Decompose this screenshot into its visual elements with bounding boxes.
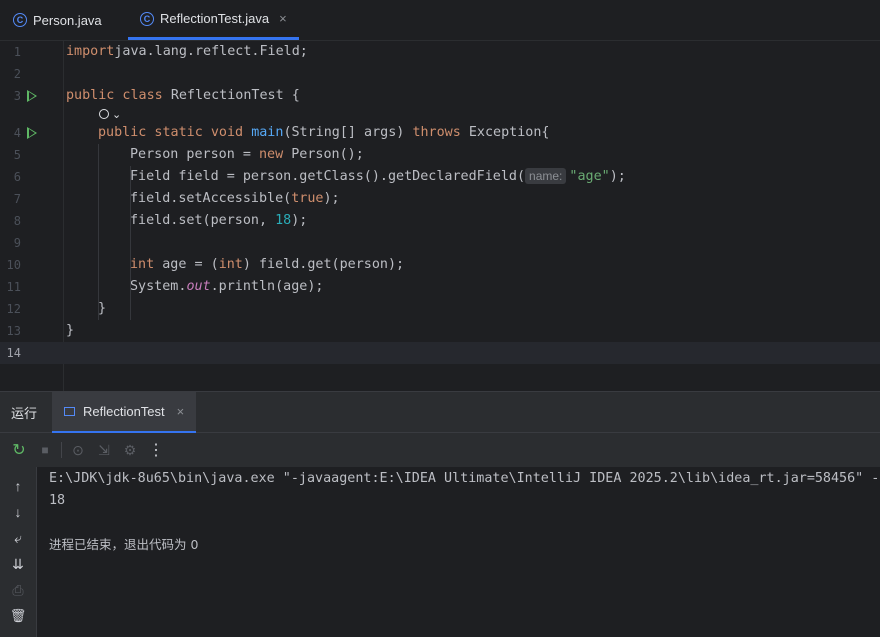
code-line[interactable]: 1 importjava.lang.reflect.Field; xyxy=(0,41,880,63)
console-side-toolbar: ↑ ↓ ⤶ ⇊ ⎙ 🗑 xyxy=(0,467,37,637)
console-line: 进程已结束，退出代码为 0 xyxy=(49,537,199,552)
code-text: field.setAccessible(true); xyxy=(130,191,340,206)
console-output[interactable]: E:\JDK\jdk-8u65\bin\java.exe "-javaagent… xyxy=(37,467,880,637)
tab-reflectiontest-java[interactable]: C ReflectionTest.java × xyxy=(128,0,299,40)
code-text: Person person = new Person(); xyxy=(130,147,364,162)
run-toolbar: ↻ ■ ⊙ ⇲ ⚙ ⋮ xyxy=(0,433,880,467)
console-line: E:\JDK\jdk-8u65\bin\java.exe "-javaagent… xyxy=(49,471,880,486)
tab-person-java[interactable]: C Person.java xyxy=(13,0,102,40)
code-text: field.set(person, 18); xyxy=(130,213,308,228)
line-number: 3 xyxy=(13,89,21,103)
code-line[interactable]: 10 int age = (int) field.get(person); xyxy=(0,254,880,276)
run-tab-reflectiontest[interactable]: ReflectionTest × xyxy=(52,392,197,433)
more-options-icon[interactable]: ⋮ xyxy=(145,439,167,461)
code-line[interactable]: 2 xyxy=(0,63,880,85)
line-number: 14 xyxy=(6,346,21,360)
line-number: 7 xyxy=(13,192,21,206)
soft-wrap-icon[interactable]: ⤶ xyxy=(7,527,29,549)
code-text: } xyxy=(98,301,107,316)
arrow-up-icon[interactable]: ↑ xyxy=(7,475,29,497)
print-icon[interactable]: ⎙ xyxy=(7,579,29,601)
code-line[interactable]: 4 public static void main(String[] args) … xyxy=(0,122,880,144)
tab-label: ReflectionTest.java xyxy=(160,11,270,26)
code-line[interactable]: 14 xyxy=(0,342,880,364)
exit-icon[interactable]: ⇲ xyxy=(93,439,115,461)
code-line[interactable]: 12} xyxy=(0,298,880,320)
line-number: 11 xyxy=(6,280,21,294)
code-text: } xyxy=(66,323,75,338)
line-number: 8 xyxy=(13,214,21,228)
line-number: 4 xyxy=(13,126,21,140)
run-panel-header: 运行 ReflectionTest × xyxy=(0,391,880,433)
line-number: 13 xyxy=(6,324,21,338)
chevron-down-icon: ⌄ xyxy=(112,108,122,121)
code-line[interactable]: 6 Field field = person.getClass().getDecl… xyxy=(0,166,880,188)
line-number: 1 xyxy=(13,45,21,59)
class-icon: C xyxy=(13,13,27,27)
code-text: public class ReflectionTest { xyxy=(66,88,300,103)
code-text: System.out.println(age); xyxy=(130,279,324,294)
code-line[interactable]: 13} xyxy=(0,320,880,342)
close-tab-icon[interactable]: × xyxy=(279,11,287,26)
code-line[interactable]: 5 Person person = new Person(); xyxy=(0,144,880,166)
code-text: int age = (int) field.get(person); xyxy=(130,257,405,272)
line-number: 6 xyxy=(13,170,21,184)
code-editor[interactable]: 1 importjava.lang.reflect.Field; 2 3 public … xyxy=(0,41,880,391)
close-icon[interactable]: × xyxy=(177,404,185,419)
code-lens[interactable]: ⌄ xyxy=(99,107,121,121)
scroll-to-end-icon[interactable]: ⇊ xyxy=(7,553,29,575)
code-line[interactable]: 7 field.setAccessible(true); xyxy=(0,188,880,210)
parameter-hint: name: xyxy=(525,168,567,184)
line-number: 12 xyxy=(6,302,21,316)
code-line[interactable]: 9 xyxy=(0,232,880,254)
console-line: 18 xyxy=(49,493,66,508)
line-number: 10 xyxy=(6,258,21,272)
code-line[interactable]: 3 public class ReflectionTest { xyxy=(0,85,880,107)
line-number: 2 xyxy=(13,67,21,81)
code-line[interactable]: 8 field.set(person, 18); xyxy=(0,210,880,232)
code-vision-icon xyxy=(99,109,109,119)
line-number: 9 xyxy=(13,236,21,250)
line-number: 5 xyxy=(13,148,21,162)
editor-tab-bar: C Person.java C ReflectionTest.java × xyxy=(0,0,880,41)
class-run-icon: C xyxy=(140,11,154,26)
trash-icon[interactable]: 🗑 xyxy=(7,605,29,627)
code-text: public static void main(String[] args) t… xyxy=(98,125,550,140)
camera-icon[interactable]: ⊙ xyxy=(67,439,89,461)
stop-icon[interactable]: ■ xyxy=(34,439,56,461)
tab-label: Person.java xyxy=(33,12,102,28)
run-gutter-icon[interactable] xyxy=(27,90,37,102)
run-tab-label: ReflectionTest xyxy=(83,404,165,419)
toolbar-divider xyxy=(61,442,62,458)
settings-icon[interactable]: ⚙ xyxy=(119,439,141,461)
arrow-down-icon[interactable]: ↓ xyxy=(7,501,29,523)
code-text: Field field = person.getClass().getDecla… xyxy=(130,168,626,184)
rerun-icon[interactable]: ↻ xyxy=(8,439,30,461)
code-line[interactable]: 11 System.out.println(age); xyxy=(0,276,880,298)
run-panel-title: 运行 xyxy=(11,406,38,421)
run-config-icon xyxy=(64,407,75,416)
indent-guide xyxy=(130,166,131,320)
run-gutter-icon[interactable] xyxy=(27,127,37,139)
indent-guide xyxy=(98,144,99,320)
code-text: importjava.lang.reflect.Field; xyxy=(66,44,308,59)
